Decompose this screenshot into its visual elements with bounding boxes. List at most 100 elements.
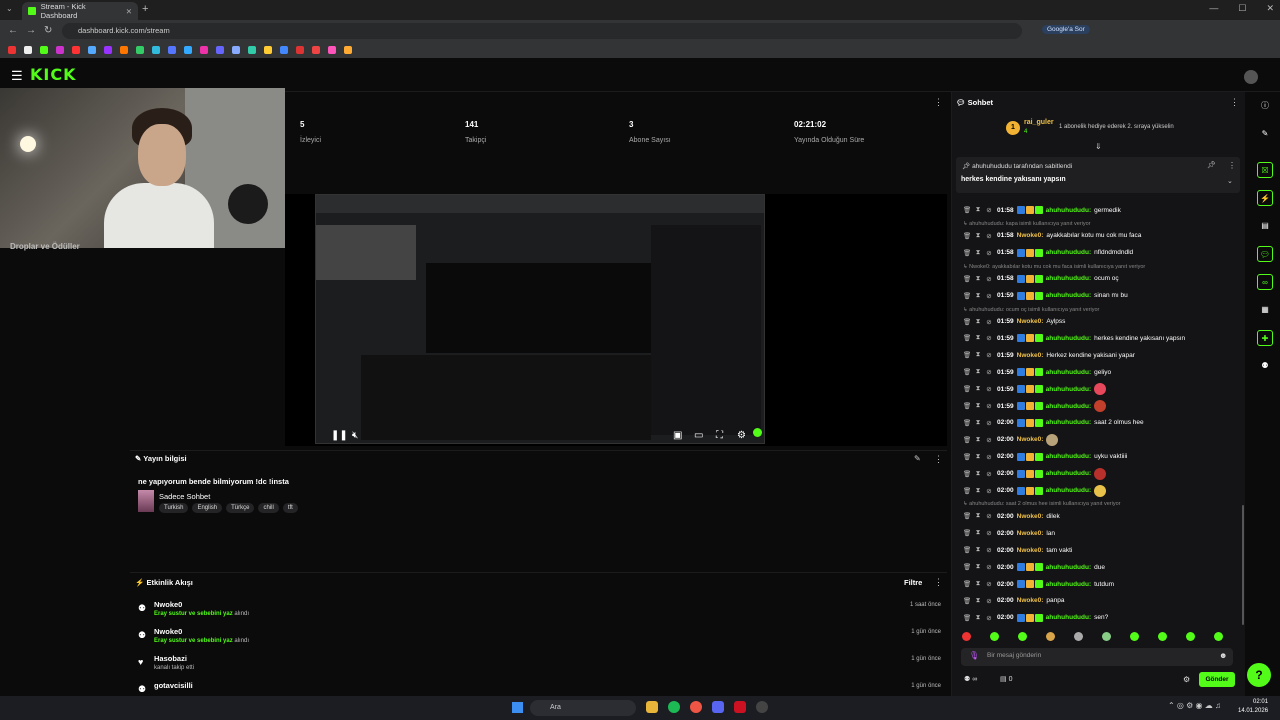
chat-message[interactable]: 🗑︎ ⧗ ⊘ 02:00 Nwoke0: lan xyxy=(963,526,1239,540)
delete-icon[interactable]: 🗑︎ xyxy=(963,385,971,393)
chat-username[interactable]: Nwoke0: xyxy=(1017,232,1044,239)
filter-button[interactable]: Filtre xyxy=(904,578,922,587)
pin-icon[interactable]: 📌︎ xyxy=(1207,161,1216,169)
delete-icon[interactable]: 🗑︎ xyxy=(963,470,971,478)
back-icon[interactable]: ← xyxy=(8,25,18,36)
ban-icon[interactable]: ⊘ xyxy=(985,546,993,554)
tag[interactable]: chill xyxy=(258,503,279,513)
ban-icon[interactable]: ⊘ xyxy=(985,597,993,605)
ban-icon[interactable]: ⊘ xyxy=(985,318,993,326)
chat-username[interactable]: Nwoke0: xyxy=(1017,352,1044,359)
bookmark-icon[interactable] xyxy=(104,46,112,54)
chat-username[interactable]: ahuhuhududu: xyxy=(1046,207,1091,214)
chat-message[interactable]: 🗑︎ ⧗ ⊘ 02:00 ahuhuhududu: uyku vaktiiii xyxy=(963,450,1239,464)
top-gifter-name[interactable]: rai_guler xyxy=(1024,119,1054,126)
emoji-icon[interactable]: ☻ xyxy=(1219,651,1227,660)
delete-icon[interactable]: 🗑︎ xyxy=(963,402,971,410)
delete-icon[interactable]: 🗑︎ xyxy=(963,529,971,537)
more-icon[interactable]: ⋮ xyxy=(934,454,943,465)
chat-message[interactable]: 🗑︎ ⧗ ⊘ 02:00 ahuhuhududu: due xyxy=(963,560,1239,574)
file-explorer-icon[interactable] xyxy=(646,701,658,713)
delete-icon[interactable]: 🗑︎ xyxy=(963,368,971,376)
ban-icon[interactable]: ⊘ xyxy=(985,470,993,478)
link-icon[interactable]: ∞ xyxy=(1257,274,1273,290)
emote-icon[interactable] xyxy=(1186,631,1195,641)
timeout-icon[interactable]: ⧗ xyxy=(974,436,982,444)
bookmark-icon[interactable] xyxy=(184,46,192,54)
start-icon[interactable] xyxy=(512,702,523,713)
chat-username[interactable]: ahuhuhududu: xyxy=(1046,564,1091,571)
tag[interactable]: tft xyxy=(282,503,298,513)
category-name[interactable]: Sadece Sohbet xyxy=(159,492,210,501)
ban-icon[interactable]: ⊘ xyxy=(985,206,993,214)
timeout-icon[interactable]: ⧗ xyxy=(974,334,982,342)
timeout-icon[interactable]: ⧗ xyxy=(974,470,982,478)
timeout-icon[interactable]: ⧗ xyxy=(974,249,982,257)
delete-icon[interactable]: 🗑︎ xyxy=(963,487,971,495)
delete-icon[interactable]: 🗑︎ xyxy=(963,334,971,342)
timeout-icon[interactable]: ⧗ xyxy=(974,453,982,461)
help-chat-icon[interactable]: ? xyxy=(1247,663,1271,687)
send-button[interactable]: Gönder xyxy=(1199,672,1235,687)
timeout-icon[interactable]: ⧗ xyxy=(974,512,982,520)
chat-username[interactable]: Nwoke0: xyxy=(1017,547,1044,554)
timeout-icon[interactable]: ⧗ xyxy=(974,487,982,495)
bookmark-icon[interactable] xyxy=(88,46,96,54)
server-icon[interactable]: ▦ xyxy=(1257,302,1273,318)
bookmark-icon[interactable] xyxy=(40,46,48,54)
bookmark-icon[interactable] xyxy=(264,46,272,54)
chevron-down-icon[interactable]: ⌄ xyxy=(1227,177,1233,185)
timeout-icon[interactable]: ⧗ xyxy=(974,351,982,359)
bolt-icon[interactable]: ⚡ xyxy=(1257,190,1273,206)
ban-icon[interactable]: ⊘ xyxy=(985,563,993,571)
chat-username[interactable]: ahuhuhududu: xyxy=(1046,275,1091,282)
ban-icon[interactable]: ⊘ xyxy=(985,334,993,342)
delete-icon[interactable]: 🗑︎ xyxy=(963,453,971,461)
bookmark-icon[interactable] xyxy=(120,46,128,54)
chat-counter[interactable]: ▤ 0 xyxy=(1000,675,1012,683)
ban-icon[interactable]: ⊘ xyxy=(985,529,993,537)
timeout-icon[interactable]: ⧗ xyxy=(974,206,982,214)
maximize-icon[interactable]: ☐ xyxy=(1238,3,1246,14)
timeout-icon[interactable]: ⧗ xyxy=(974,419,982,427)
timeout-icon[interactable]: ⧗ xyxy=(974,292,982,300)
ban-icon[interactable]: ⊘ xyxy=(985,249,993,257)
kick-logo[interactable]: KICK xyxy=(30,65,77,84)
ban-icon[interactable]: ⊘ xyxy=(985,453,993,461)
ban-icon[interactable]: ⊘ xyxy=(985,436,993,444)
chat-message[interactable]: 🗑︎ ⧗ ⊘ 01:58 ahuhuhududu: ocum oç xyxy=(963,272,1239,286)
chat-username[interactable]: Nwoke0: xyxy=(1017,513,1044,520)
chat-message[interactable]: 🗑︎ ⧗ ⊘ 02:00 Nwoke0: tam vakti xyxy=(963,543,1239,557)
emote-icon[interactable] xyxy=(1158,631,1167,641)
bookmark-icon[interactable] xyxy=(136,46,144,54)
timeout-icon[interactable]: ⧗ xyxy=(974,614,982,622)
bookmark-icon[interactable] xyxy=(232,46,240,54)
reload-icon[interactable]: ↻ xyxy=(44,25,52,36)
emote-icon[interactable] xyxy=(1102,631,1111,641)
app-icon[interactable] xyxy=(734,701,746,713)
url-input[interactable]: dashboard.kick.com/stream xyxy=(62,23,1022,39)
chat-message[interactable]: 🗑︎ ⧗ ⊘ 01:59 ahuhuhududu: xyxy=(963,382,1239,396)
ban-icon[interactable]: ⊘ xyxy=(985,368,993,376)
discord-icon[interactable] xyxy=(712,701,724,713)
chat-username[interactable]: Nwoke0: xyxy=(1017,436,1044,443)
chevron-down-icon[interactable]: ⇓ xyxy=(1095,142,1102,151)
timeout-icon[interactable]: ⧗ xyxy=(974,368,982,376)
users-icon[interactable]: ⚉ xyxy=(1257,358,1273,374)
bookmark-icon[interactable] xyxy=(56,46,64,54)
tag[interactable]: English xyxy=(192,503,223,513)
bookmark-icon[interactable] xyxy=(72,46,80,54)
delete-icon[interactable]: 🗑︎ xyxy=(963,563,971,571)
browser-tab[interactable]: Stream - Kick Dashboard ✕ xyxy=(22,2,138,20)
ban-icon[interactable]: ⊘ xyxy=(985,580,993,588)
chat-username[interactable]: ahuhuhududu: xyxy=(1046,403,1091,410)
fullscreen-icon[interactable]: ⛶ xyxy=(716,430,723,441)
google-ask-button[interactable]: Google'a Sor xyxy=(1042,25,1090,34)
delete-icon[interactable]: 🗑︎ xyxy=(963,580,971,588)
bookmark-icon[interactable] xyxy=(200,46,208,54)
ban-icon[interactable]: ⊘ xyxy=(985,292,993,300)
bookmark-icon[interactable] xyxy=(216,46,224,54)
delete-icon[interactable]: 🗑︎ xyxy=(963,351,971,359)
close-tab-icon[interactable]: ✕ xyxy=(126,7,132,16)
emote-icon[interactable] xyxy=(962,631,971,641)
